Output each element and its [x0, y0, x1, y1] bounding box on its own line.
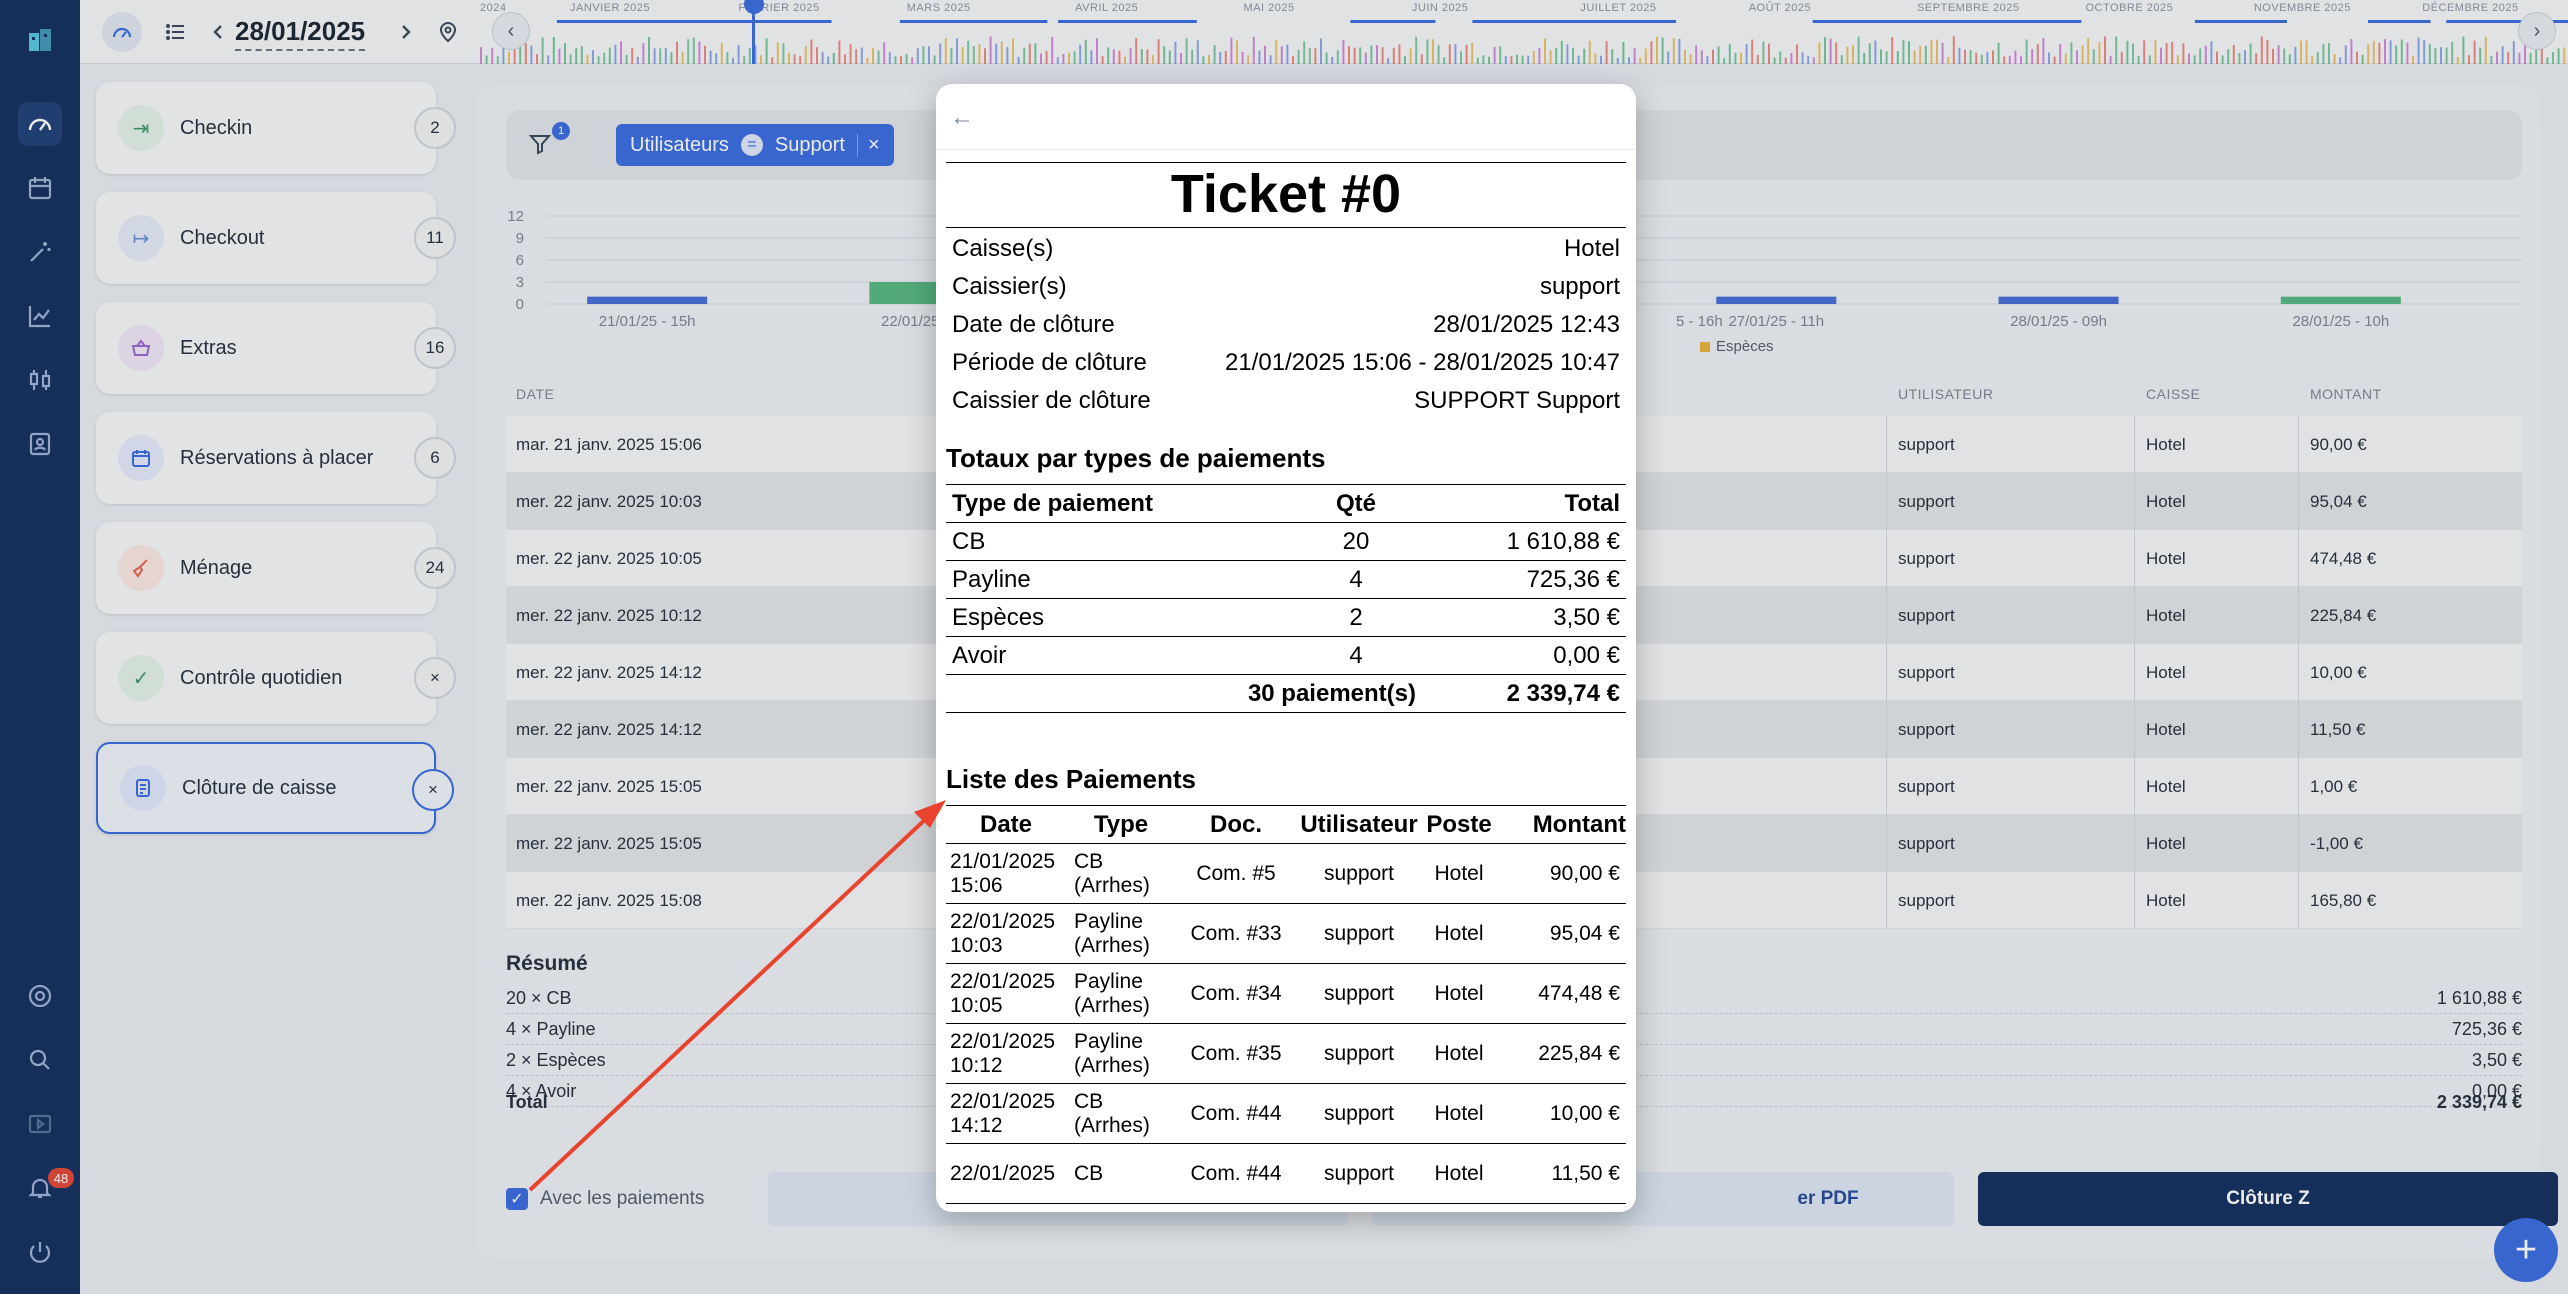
- totals-row: Payline 4 725,36 €: [946, 560, 1626, 599]
- totals-section-title: Totaux par types de paiements: [946, 443, 1326, 473]
- list-header-doc: Doc.: [1176, 805, 1296, 844]
- totals-qty: 4: [1276, 560, 1436, 599]
- ticket-info-value: Hotel: [1563, 235, 1620, 262]
- list-type: CB: [1066, 1143, 1176, 1204]
- payments-list-table: Date Type Doc. Utilisateur Poste Montant…: [946, 805, 1626, 1204]
- totals-row: CB 20 1 610,88 €: [946, 522, 1626, 561]
- totals-header-total: Total: [1436, 484, 1626, 523]
- list-poste: Hotel: [1422, 963, 1496, 1024]
- list-montant: 474,48 €: [1496, 963, 1626, 1024]
- list-type: CB (Arrhes): [1066, 1083, 1176, 1144]
- ticket-info-key: Date de clôture: [952, 311, 1115, 338]
- list-doc: Com. #33: [1176, 903, 1296, 964]
- totals-sum-count: 30 paiement(s): [946, 674, 1436, 713]
- list-date: 21/01/2025 15:06: [946, 843, 1066, 904]
- ticket-info-key: Période de clôture: [952, 349, 1147, 376]
- list-header-type: Type: [1066, 805, 1176, 844]
- totals-row: Espèces 2 3,50 €: [946, 598, 1626, 637]
- totals-type: Payline: [946, 560, 1276, 599]
- list-date: 22/01/2025 10:05: [946, 963, 1066, 1024]
- totals-header-qty: Qté: [1276, 484, 1436, 523]
- list-montant: 225,84 €: [1496, 1023, 1626, 1084]
- ticket-info-key: Caisse(s): [952, 235, 1054, 262]
- list-user: support: [1296, 963, 1422, 1024]
- list-doc: Com. #5: [1176, 843, 1296, 904]
- list-type: Payline (Arrhes): [1066, 963, 1176, 1024]
- list-user: support: [1296, 1083, 1422, 1144]
- list-header-poste: Poste: [1422, 805, 1496, 844]
- totals-qty: 4: [1276, 636, 1436, 675]
- list-date: 22/01/2025 10:12: [946, 1023, 1066, 1084]
- list-montant: 95,04 €: [1496, 903, 1626, 964]
- list-montant: 90,00 €: [1496, 843, 1626, 904]
- payment-list-row: 22/01/2025 10:03 Payline (Arrhes) Com. #33…: [946, 903, 1626, 964]
- ticket-info-row: Période de clôture 21/01/2025 15:06 - 28/…: [946, 344, 1626, 382]
- ticket-info-value: 28/01/2025 12:43: [1433, 311, 1620, 338]
- list-type: CB (Arrhes): [1066, 843, 1176, 904]
- totals-table: Type de paiement Qté Total CB 20 1 610,88 …: [946, 484, 1626, 713]
- ticket-title: Ticket #0: [946, 162, 1626, 228]
- ticket-content: Ticket #0 Caisse(s) Hotel Caissier(s) suppo…: [946, 162, 1626, 1204]
- totals-total: 725,36 €: [1436, 560, 1626, 599]
- list-poste: Hotel: [1422, 843, 1496, 904]
- payment-list-row: 22/01/2025 CB Com. #44 support Hotel 11,50 €: [946, 1143, 1626, 1204]
- list-type: Payline (Arrhes): [1066, 903, 1176, 964]
- list-date: 22/01/2025 10:03: [946, 903, 1066, 964]
- list-user: support: [1296, 1143, 1422, 1204]
- totals-type: Espèces: [946, 598, 1276, 637]
- list-poste: Hotel: [1422, 1083, 1496, 1144]
- ticket-info-row: Caissier(s) support: [946, 268, 1626, 306]
- ticket-info-value: 21/01/2025 15:06 - 28/01/2025 10:47: [1224, 349, 1620, 376]
- totals-sum-value: 2 339,74 €: [1436, 674, 1626, 713]
- ticket-info-key: Caissier de clôture: [952, 387, 1151, 414]
- ticket-info-value: SUPPORT Support: [1414, 387, 1620, 414]
- list-poste: Hotel: [1422, 1023, 1496, 1084]
- list-poste: Hotel: [1422, 903, 1496, 964]
- list-date: 22/01/2025: [946, 1143, 1066, 1204]
- payment-list-row: 22/01/2025 14:12 CB (Arrhes) Com. #44 suppo…: [946, 1083, 1626, 1144]
- payment-list-row: 22/01/2025 10:12 Payline (Arrhes) Com. #35…: [946, 1023, 1626, 1084]
- totals-header-type: Type de paiement: [946, 484, 1276, 523]
- payments-list-title: Liste des Paiements: [946, 764, 1196, 794]
- totals-type: CB: [946, 522, 1276, 561]
- payment-list-row: 22/01/2025 10:05 Payline (Arrhes) Com. #34…: [946, 963, 1626, 1024]
- list-header-date: Date: [946, 805, 1066, 844]
- list-header-user: Utilisateur: [1296, 805, 1422, 844]
- list-date: 22/01/2025 14:12: [946, 1083, 1066, 1144]
- totals-type: Avoir: [946, 636, 1276, 675]
- list-doc: Com. #34: [1176, 963, 1296, 1024]
- list-montant: 11,50 €: [1496, 1143, 1626, 1204]
- list-doc: Com. #35: [1176, 1023, 1296, 1084]
- ticket-info-value: support: [1539, 273, 1620, 300]
- ticket-info-row: Caisse(s) Hotel: [946, 230, 1626, 268]
- ticket-info-row: Date de clôture 28/01/2025 12:43: [946, 306, 1626, 344]
- list-montant: 10,00 €: [1496, 1083, 1626, 1144]
- totals-qty: 20: [1276, 522, 1436, 561]
- list-user: support: [1296, 903, 1422, 964]
- ticket-info-key: Caissier(s): [952, 273, 1067, 300]
- list-user: support: [1296, 1023, 1422, 1084]
- totals-qty: 2: [1276, 598, 1436, 637]
- list-type: Payline (Arrhes): [1066, 1023, 1176, 1084]
- list-header-montant: Montant: [1496, 805, 1626, 844]
- list-poste: Hotel: [1422, 1143, 1496, 1204]
- totals-total: 3,50 €: [1436, 598, 1626, 637]
- modal-header: ←: [936, 84, 1636, 150]
- list-doc: Com. #44: [1176, 1083, 1296, 1144]
- payment-list-row: 21/01/2025 15:06 CB (Arrhes) Com. #5 suppor…: [946, 843, 1626, 904]
- ticket-info-row: Caissier de clôture SUPPORT Support: [946, 382, 1626, 420]
- totals-row: Avoir 4 0,00 €: [946, 636, 1626, 675]
- totals-total: 0,00 €: [1436, 636, 1626, 675]
- totals-total: 1 610,88 €: [1436, 522, 1626, 561]
- list-user: support: [1296, 843, 1422, 904]
- back-arrow-icon[interactable]: ←: [950, 104, 974, 132]
- ticket-modal: ← Ticket #0 Caisse(s) Hotel Caissier(s) sup…: [936, 84, 1636, 1212]
- list-doc: Com. #44: [1176, 1143, 1296, 1204]
